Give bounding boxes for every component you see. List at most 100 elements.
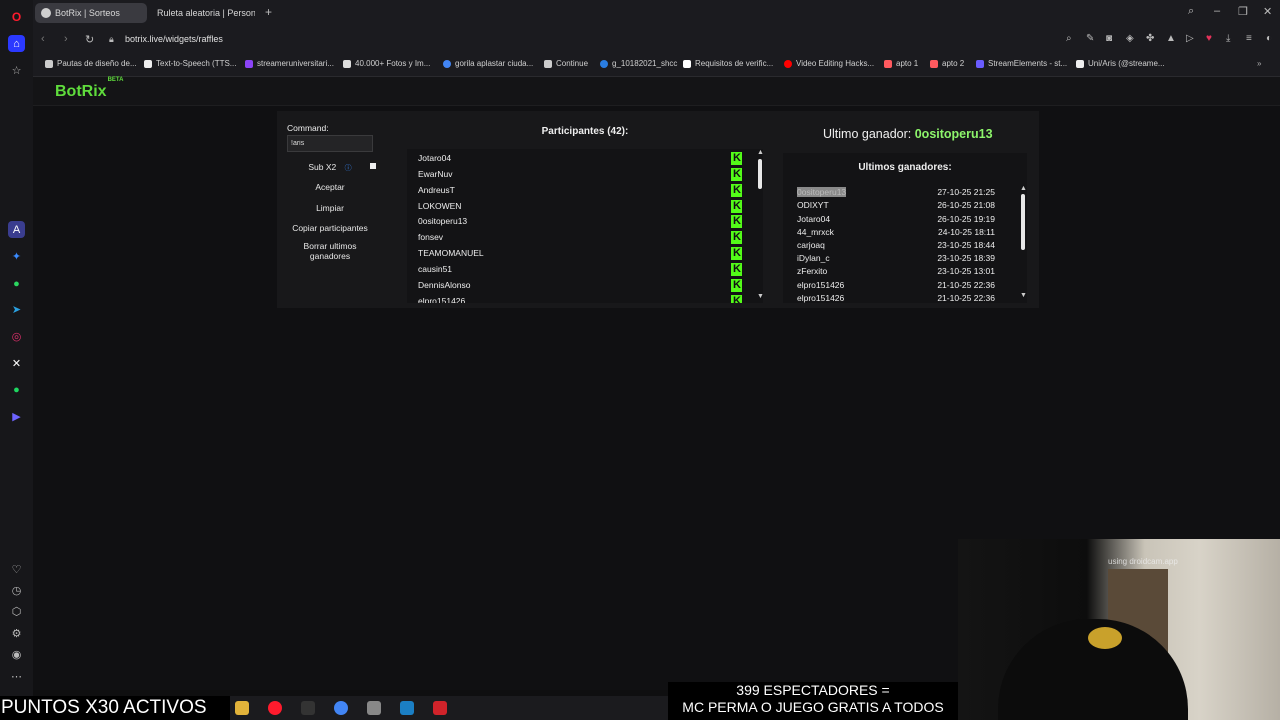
copy-participants-button[interactable]: Copiar participantes — [287, 223, 373, 233]
x-twitter-icon[interactable]: ✕ — [8, 355, 25, 372]
list-item: Jotaro04 26-10-25 19:19 — [797, 214, 995, 224]
promo-text: MC PERMA O JUEGO GRATIS A TODOS — [682, 699, 944, 715]
menu-icon[interactable]: ≡ — [1246, 33, 1252, 44]
favorite-icon[interactable]: ♥ — [1206, 33, 1212, 44]
reload-icon[interactable]: ↻ — [85, 33, 94, 46]
info-icon[interactable]: ⓘ — [345, 163, 352, 173]
minimize-icon[interactable]: – — [1214, 5, 1220, 17]
speed-dial-icon[interactable]: ☆ — [8, 62, 25, 79]
kick-icon — [731, 279, 742, 292]
instagram-icon[interactable]: ◎ — [8, 328, 25, 345]
app-icon[interactable] — [301, 701, 315, 715]
tab-strip: BotRix | Sorteos Ruleta aleatoria | Pers… — [33, 0, 1280, 26]
kick-icon — [731, 215, 742, 228]
web-icon — [600, 59, 608, 68]
edit-icon[interactable]: ✎ — [1086, 33, 1094, 44]
list-item: ODIXYT 26-10-25 21:08 — [797, 200, 995, 210]
recent-winners-panel: Ultimos ganadores: 0ositoperu13 27-10-25 … — [783, 153, 1027, 303]
accept-button[interactable]: Aceptar — [287, 182, 373, 192]
bookmark-item[interactable]: gorila aplastar ciuda... — [443, 59, 533, 68]
bookmark-item[interactable]: apto 2 — [930, 59, 964, 68]
scroll-up-icon[interactable]: ▲ — [757, 149, 763, 156]
opera-logo-icon[interactable]: O — [8, 8, 25, 25]
delete-winners-button[interactable]: Borrar ultimos ganadores — [295, 241, 365, 261]
scroll-down-icon[interactable]: ▼ — [1020, 292, 1027, 299]
player-icon[interactable]: ▶ — [8, 408, 25, 425]
kick-icon — [731, 168, 742, 181]
home-icon[interactable]: ⌂ — [8, 35, 25, 52]
profile-icon[interactable]: ◐ — [1266, 33, 1272, 44]
heart-icon[interactable]: ♡ — [8, 561, 25, 578]
bookmark-item[interactable]: Continue — [544, 59, 588, 68]
search-tabs-icon[interactable]: ⌕ — [1188, 5, 1194, 18]
winners-scrollbar[interactable] — [1021, 194, 1025, 250]
list-item: LOKOWEN — [418, 201, 462, 211]
settings-icon[interactable]: ⚙ — [8, 625, 25, 642]
back-icon[interactable]: ‹ — [41, 33, 45, 45]
bookmark-item[interactable]: Video Editing Hacks... — [784, 59, 874, 68]
airbnb-icon — [884, 59, 892, 68]
sub-x2-toggle[interactable]: Sub X2 ⓘ — [287, 162, 373, 173]
opera-icon[interactable] — [268, 701, 282, 715]
chrome-icon[interactable] — [334, 701, 348, 715]
bookmark-item[interactable]: Uni/Aris (@streame... — [1076, 59, 1165, 68]
bookmark-item[interactable]: Requisitos de verific... — [683, 59, 773, 68]
botrix-logo[interactable]: BotRixBETA — [55, 77, 123, 101]
history-icon[interactable]: ◷ — [8, 582, 25, 599]
bookmark-item[interactable]: Text-to-Speech (TTS... — [144, 59, 236, 68]
kick-icon — [731, 263, 742, 276]
play-icon[interactable]: ▷ — [1186, 33, 1194, 44]
list-item: carjoaq 23-10-25 18:44 — [797, 240, 995, 250]
window-icon[interactable] — [367, 701, 381, 715]
download-icon[interactable]: ⤓ — [1226, 33, 1230, 44]
restore-icon[interactable]: ❐ — [1238, 5, 1248, 18]
beta-badge: BETA — [107, 76, 124, 83]
sub-x2-checkbox[interactable] — [370, 163, 376, 169]
shield-icon[interactable]: ◈ — [1126, 33, 1134, 44]
extensions-bar-icon[interactable]: ✤ — [1146, 33, 1154, 44]
close-window-icon[interactable]: ✕ — [1263, 5, 1272, 18]
file-explorer-icon[interactable] — [235, 701, 249, 715]
aria-icon[interactable]: A — [8, 221, 25, 238]
telegram-icon[interactable]: ➤ — [8, 301, 25, 318]
extensions-icon[interactable]: ⬡ — [8, 603, 25, 620]
messenger-icon[interactable]: ✦ — [8, 248, 25, 265]
tab-botrix[interactable]: BotRix | Sorteos — [35, 3, 147, 23]
kick-icon — [731, 231, 742, 244]
viewers-overlay: 399 ESPECTADORES = MC PERMA O JUEGO GRAT… — [668, 682, 958, 720]
bookmark-item[interactable]: streameruniversitari... — [245, 59, 334, 68]
participants-scrollbar[interactable] — [758, 159, 762, 189]
bookmark-item[interactable]: 40.000+ Fotos y Im... — [343, 59, 430, 68]
tab-ruleta[interactable]: Ruleta aleatoria | Personal — [147, 3, 255, 23]
command-input[interactable] — [287, 135, 373, 152]
search-icon[interactable]: ⌕ — [1066, 33, 1072, 44]
bookmarks-overflow-icon[interactable]: » — [1257, 59, 1261, 68]
bookmark-item[interactable]: StreamElements - st... — [976, 59, 1067, 68]
clear-button[interactable]: Limpiar — [287, 203, 373, 213]
bookmark-item[interactable]: apto 1 — [884, 59, 918, 68]
adblock-icon[interactable]: ▲ — [1166, 33, 1176, 44]
tab-label: BotRix | Sorteos — [55, 8, 120, 18]
spotify-icon[interactable]: ● — [8, 381, 25, 398]
camera-icon[interactable]: ◙ — [1106, 33, 1112, 44]
scroll-up-icon[interactable]: ▲ — [1020, 185, 1027, 192]
forward-icon[interactable]: › — [64, 33, 68, 45]
address-bar-row: ‹ › ↻ 🔒︎ botrix.live/widgets/raffles ⌕ ✎… — [33, 26, 1280, 54]
list-item: elpro151426 — [418, 296, 466, 303]
kick-icon — [731, 200, 742, 213]
viewers-text: 399 ESPECTADORES = — [736, 682, 890, 698]
participants-list[interactable]: Jotaro04 EwarNuv AndreusT LOKOWEN 0osito… — [407, 149, 763, 303]
bookmark-item[interactable]: g_10182021_shcc — [600, 59, 677, 68]
obs-icon[interactable] — [433, 701, 447, 715]
steam-icon[interactable] — [400, 701, 414, 715]
whatsapp-icon[interactable]: ● — [8, 275, 25, 292]
more-icon[interactable]: ⋯ — [8, 668, 25, 685]
list-item: causin51 — [418, 264, 453, 274]
url-field[interactable]: botrix.live/widgets/raffles — [125, 34, 223, 44]
twitch-icon — [245, 59, 253, 68]
new-tab-button[interactable]: + — [265, 5, 272, 19]
tips-icon[interactable]: ◉ — [8, 646, 25, 663]
botrix-favicon-icon — [41, 8, 51, 18]
scroll-down-icon[interactable]: ▼ — [757, 293, 763, 300]
bookmark-item[interactable]: Pautas de diseño de... — [45, 59, 137, 68]
